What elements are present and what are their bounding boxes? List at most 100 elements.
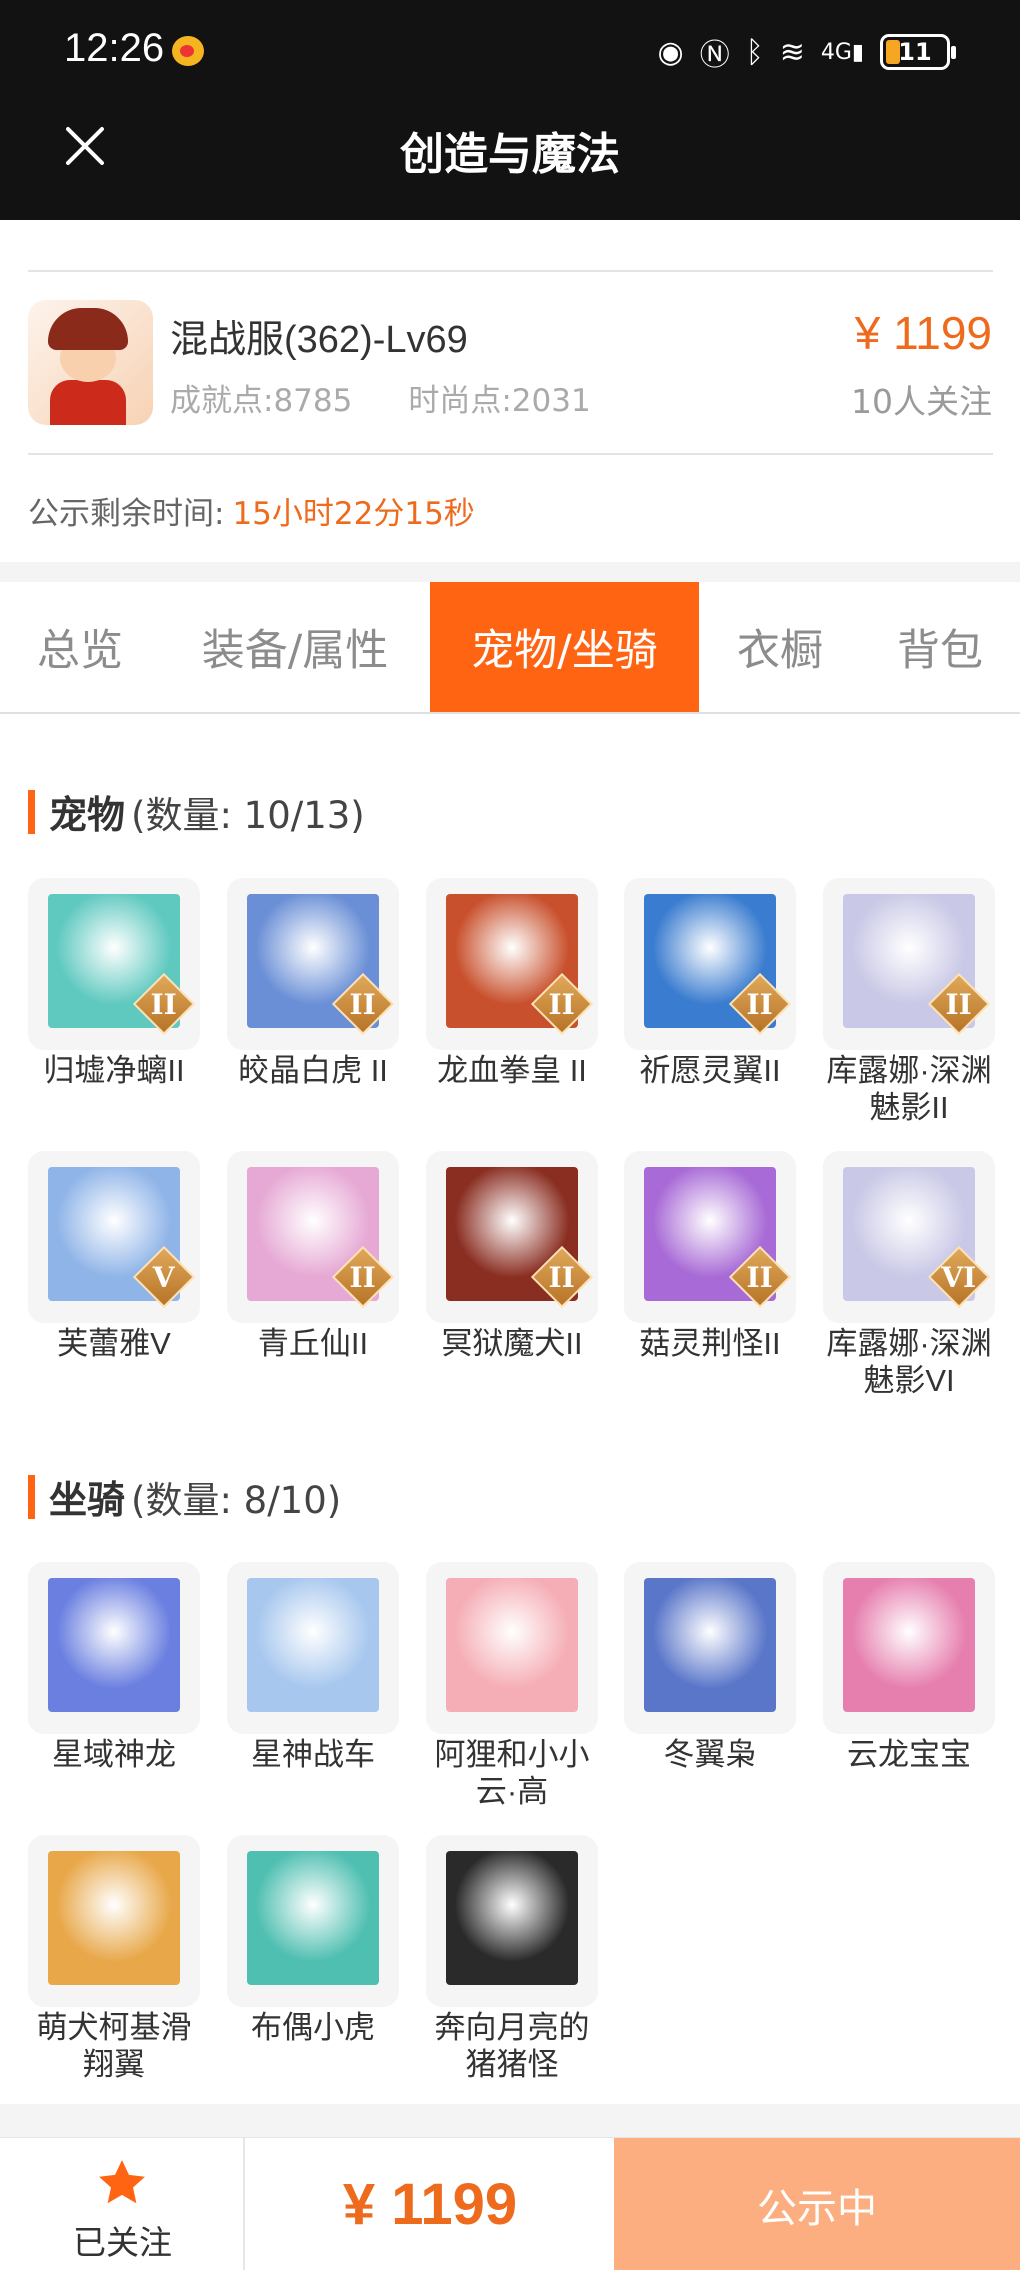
listing-price: ¥ 1199 <box>854 307 992 359</box>
follow-button[interactable]: 已关注 <box>0 2138 245 2270</box>
eye-icon: ◉ <box>657 34 684 70</box>
character-avatar <box>28 300 153 425</box>
page-title: 创造与魔法 <box>400 129 620 180</box>
status-icons: ◉ Ⓝ ᛒ ≋ 4G▮ 11 <box>657 30 956 74</box>
pets-thumbnail: V <box>28 1151 200 1323</box>
pets-item[interactable]: VI 库露娜·深渊魅影VI <box>823 1151 995 1399</box>
battery-icon: 11 <box>880 34 956 70</box>
tab-backpack[interactable]: 背包 <box>870 582 1010 712</box>
bottom-bar: 已关注 ¥ 1199 公示中 <box>0 2137 1020 2270</box>
remaining-time-label: 公示剩余时间: <box>28 496 225 532</box>
mounts-name: 奔向月亮的猪猪怪 <box>434 2010 590 2082</box>
pets-name: 菇灵荆怪II <box>639 1326 781 1361</box>
mounts-item[interactable]: 星神战车 <box>227 1562 399 1773</box>
status-time: 12:26 <box>64 26 165 70</box>
tab-overview[interactable]: 总览 <box>0 582 160 712</box>
pets-item[interactable]: II 龙血拳皇 II <box>426 878 598 1089</box>
pets-thumbnail: II <box>227 1151 399 1323</box>
listing-info-card: 混战服(362)-Lv69 成就点:8785 时尚点:2031 ¥ 1199 1… <box>0 220 1020 562</box>
signal-icon: 4G▮ <box>820 39 864 65</box>
mounts-thumbnail <box>426 1562 598 1734</box>
pets-name: 青丘仙II <box>257 1326 369 1361</box>
pets-thumbnail: II <box>227 878 399 1050</box>
follow-label: 已关注 <box>73 2223 172 2262</box>
mounts-thumbnail <box>28 1835 200 2007</box>
mounts-artwork <box>247 1578 379 1712</box>
pets-item[interactable]: II 青丘仙II <box>227 1151 399 1362</box>
pets-item[interactable]: II 归墟净螭II <box>28 878 200 1089</box>
divider <box>28 453 993 455</box>
star-icon <box>99 2160 145 2204</box>
mounts-name: 萌犬柯基滑翔翼 <box>36 2010 192 2082</box>
fashion-points: 时尚点:2031 <box>408 383 591 419</box>
mounts-artwork <box>48 1851 180 1985</box>
weibo-notification-icon <box>172 36 204 66</box>
achievement-points: 成就点:8785 <box>170 383 353 419</box>
mounts-name: 布偶小虎 <box>251 2010 375 2045</box>
mounts-thumbnail <box>426 1835 598 2007</box>
mounts-item[interactable]: 布偶小虎 <box>227 1835 399 2046</box>
mounts-thumbnail <box>28 1562 200 1734</box>
pets-thumbnail: VI <box>823 1151 995 1323</box>
pets-mounts-content: 宠物 (数量: 10/13) II 归墟净螭II II 皎晶白虎 II II 龙血拳皇 I… <box>0 714 1020 2104</box>
top-bar: 12:26 ◉ Ⓝ ᛒ ≋ 4G▮ 11 创造与魔法 <box>0 0 1020 220</box>
publicity-status-button[interactable]: 公示中 <box>614 2138 1020 2270</box>
divider <box>28 270 993 272</box>
mounts-section-title: 坐骑 (数量: 8/10) <box>28 1469 341 1524</box>
pets-section-title: 宠物 (数量: 10/13) <box>28 784 365 839</box>
mounts-thumbnail <box>624 1562 796 1734</box>
tab-bar: 总览 装备/属性 宠物/坐骑 衣橱 背包 <box>0 582 1020 714</box>
pets-thumbnail: II <box>426 878 598 1050</box>
pets-name: 库露娜·深渊魅影VI <box>826 1326 992 1398</box>
pets-name: 芙蕾雅V <box>57 1326 171 1361</box>
tab-equipment[interactable]: 装备/属性 <box>170 582 420 712</box>
pets-thumbnail: II <box>426 1151 598 1323</box>
mounts-item[interactable]: 奔向月亮的猪猪怪 <box>426 1835 598 2083</box>
mounts-name: 阿狸和小小云·高 <box>434 1737 590 1809</box>
mounts-item[interactable]: 云龙宝宝 <box>823 1562 995 1773</box>
follower-count: 10人关注 <box>851 382 992 421</box>
pets-name: 冥狱魔犬II <box>441 1326 583 1361</box>
wifi-icon: ≋ <box>779 34 805 70</box>
mounts-item[interactable]: 阿狸和小小云·高 <box>426 1562 598 1810</box>
pets-item[interactable]: II 冥狱魔犬II <box>426 1151 598 1362</box>
mounts-artwork <box>843 1578 975 1712</box>
mounts-name: 云龙宝宝 <box>847 1737 971 1772</box>
mounts-name: 星域神龙 <box>52 1737 176 1772</box>
mounts-item[interactable]: 萌犬柯基滑翔翼 <box>28 1835 200 2083</box>
pets-thumbnail: II <box>624 1151 796 1323</box>
server-level: 混战服(362)-Lv69 <box>170 319 468 361</box>
bottom-price: ¥ 1199 <box>342 2172 518 2237</box>
mounts-artwork <box>247 1851 379 1985</box>
tab-pets-mounts[interactable]: 宠物/坐骑 <box>430 582 699 712</box>
mounts-name: 星神战车 <box>251 1737 375 1772</box>
pets-name: 祈愿灵翼II <box>639 1053 781 1088</box>
pets-item[interactable]: V 芙蕾雅V <box>28 1151 200 1362</box>
pets-name: 龙血拳皇 II <box>437 1053 587 1088</box>
character-stats: 成就点:8785 时尚点:2031 <box>170 375 591 420</box>
remaining-time-countdown: 15小时22分15秒 <box>232 496 475 532</box>
pets-item[interactable]: II 皎晶白虎 II <box>227 878 399 1089</box>
mounts-artwork <box>446 1851 578 1985</box>
pets-name: 库露娜·深渊魅影II <box>826 1053 992 1125</box>
mounts-item[interactable]: 冬翼枭 <box>624 1562 796 1773</box>
mounts-thumbnail <box>227 1562 399 1734</box>
mounts-artwork <box>446 1578 578 1712</box>
mounts-item[interactable]: 星域神龙 <box>28 1562 200 1773</box>
mounts-artwork <box>644 1578 776 1712</box>
mounts-thumbnail <box>227 1835 399 2007</box>
pets-thumbnail: II <box>28 878 200 1050</box>
status-bar: 12:26 ◉ Ⓝ ᛒ ≋ 4G▮ 11 <box>0 0 1020 105</box>
mounts-thumbnail <box>823 1562 995 1734</box>
pets-item[interactable]: II 祈愿灵翼II <box>624 878 796 1089</box>
pets-item[interactable]: II 菇灵荆怪II <box>624 1151 796 1362</box>
bluetooth-icon: ᛒ <box>745 34 764 70</box>
tab-wardrobe[interactable]: 衣橱 <box>710 582 850 712</box>
pets-name: 皎晶白虎 II <box>238 1053 388 1088</box>
pets-thumbnail: II <box>624 878 796 1050</box>
pets-item[interactable]: II 库露娜·深渊魅影II <box>823 878 995 1126</box>
pets-name: 归墟净螭II <box>43 1053 185 1088</box>
remaining-time: 公示剩余时间: 15小时22分15秒 <box>28 488 475 533</box>
nfc-icon: Ⓝ <box>699 38 730 73</box>
pets-thumbnail: II <box>823 878 995 1050</box>
